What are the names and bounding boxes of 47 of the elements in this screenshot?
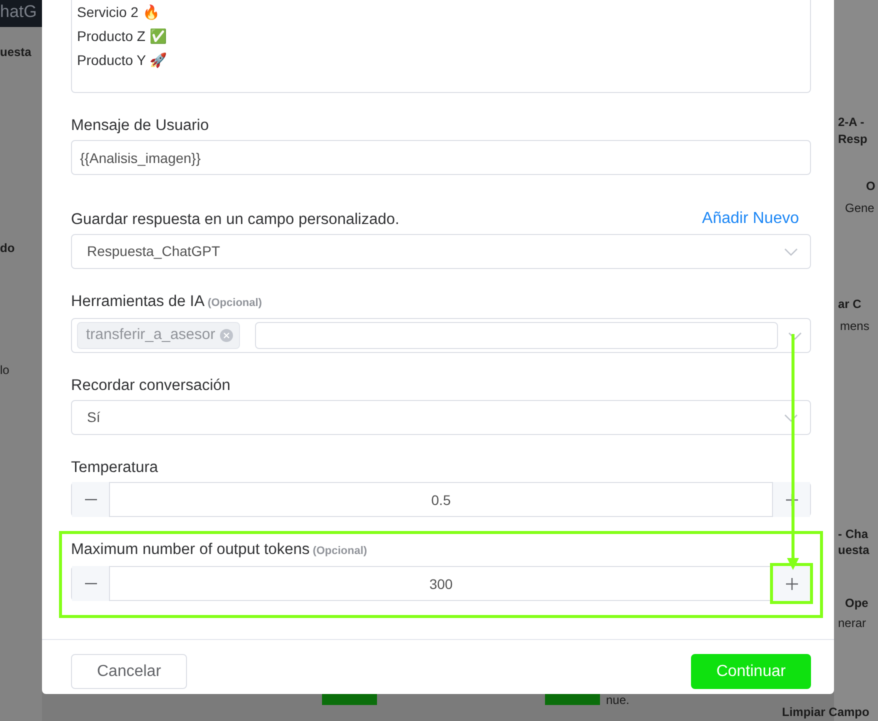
- minus-button[interactable]: [72, 482, 109, 517]
- background-text: do: [0, 240, 15, 256]
- background-text: mens: [840, 318, 870, 334]
- text-line: Servicio 2 🔥: [77, 3, 160, 22]
- field-label: Mensaje de Usuario: [71, 117, 209, 134]
- minus-button[interactable]: [72, 566, 109, 601]
- background-text: nerar: [838, 615, 866, 631]
- background-text: Gene: [845, 200, 874, 216]
- node-bar: [545, 694, 600, 705]
- text-area[interactable]: Servicio 2 🔥 Producto Z ✅ Producto Y 🚀: [71, 0, 811, 93]
- close-icon[interactable]: [220, 329, 234, 342]
- background-text: hatG: [0, 4, 37, 20]
- background-text: O: [866, 178, 876, 194]
- tag-input[interactable]: [255, 322, 778, 349]
- minus-icon: [84, 498, 96, 500]
- select-field[interactable]: Respuesta_ChatGPT: [71, 234, 811, 269]
- plus-button[interactable]: [773, 566, 810, 601]
- background-text: - Cha: [838, 526, 868, 542]
- background-text: ar C: [838, 296, 862, 312]
- background-text: Resp: [838, 131, 868, 147]
- minus-icon: [84, 582, 96, 584]
- add-new-link[interactable]: Añadir Nuevo: [702, 210, 799, 228]
- field-label: Recordar conversación: [71, 377, 230, 394]
- background-text: uesta: [838, 542, 870, 558]
- background-text: Limpiar Campo: [782, 704, 870, 720]
- caret-icon: [784, 248, 798, 256]
- caret-icon: [788, 332, 802, 340]
- field-label: Temperatura: [71, 459, 158, 476]
- plus-icon: [786, 578, 798, 590]
- background-text: 2-A -: [838, 114, 864, 130]
- number-field[interactable]: 0.5: [71, 482, 811, 517]
- node-bar: [322, 694, 377, 705]
- number-field[interactable]: 300: [71, 566, 811, 601]
- field-label: Herramientas de IA (Opcional): [71, 293, 262, 312]
- text-line: Producto Z ✅: [77, 27, 166, 46]
- text-line: Producto Y 🚀: [77, 51, 167, 70]
- background-text: uesta: [0, 44, 32, 60]
- select-field[interactable]: Sí: [71, 400, 811, 435]
- caret-icon: [784, 414, 798, 422]
- cancel-button[interactable]: Cancelar: [71, 654, 187, 689]
- field-label: Maximum number of output tokens (Opcional): [71, 541, 368, 560]
- text-input[interactable]: {{Analisis_imagen}}: [71, 140, 811, 175]
- background-text: nue.: [606, 692, 630, 708]
- field-label: Guardar respuesta en un campo personalizado.: [71, 211, 400, 228]
- background-text: lo: [0, 362, 10, 378]
- background-text: Ope: [845, 595, 868, 611]
- plus-button[interactable]: [773, 482, 810, 517]
